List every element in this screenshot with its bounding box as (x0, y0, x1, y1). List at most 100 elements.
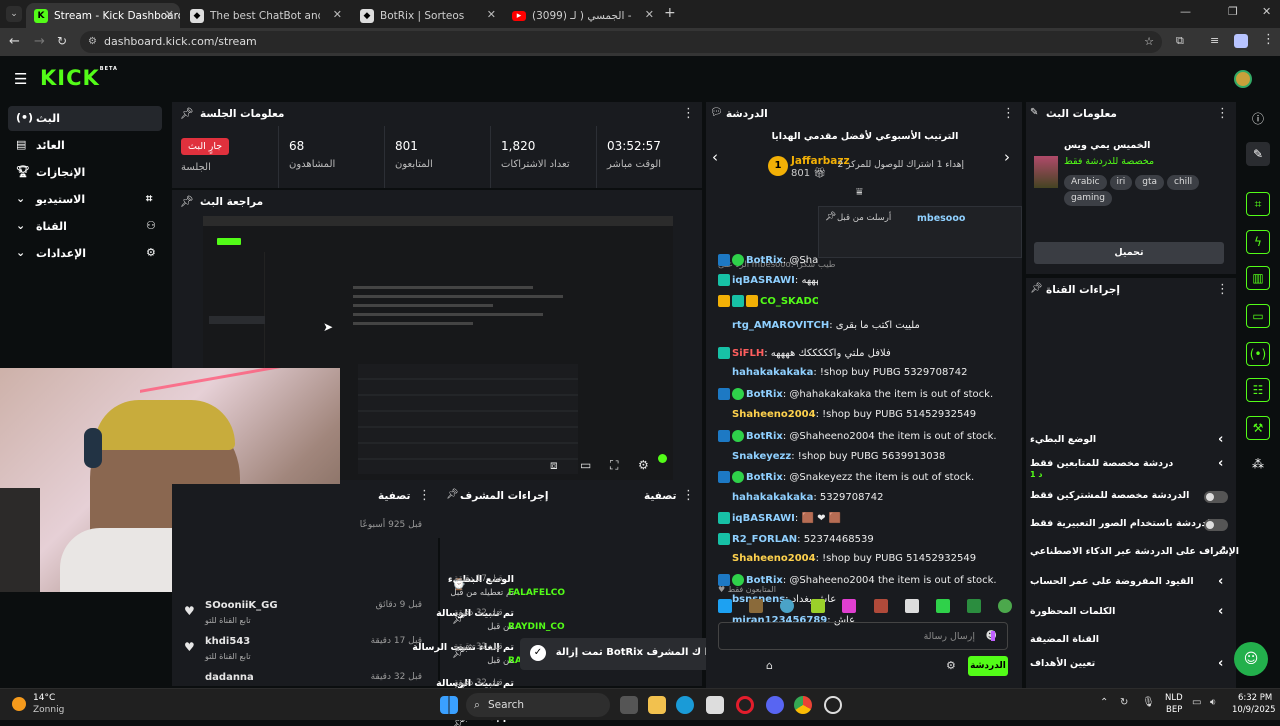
chat-message[interactable]: BotRix: @Shaheeno2004 the item is out of… (718, 430, 1018, 448)
pinned-user[interactable]: mbesooo (917, 213, 965, 224)
chat-username[interactable]: iqBASRAWI (732, 275, 795, 286)
volume-icon[interactable]: 🔉︎ (1210, 697, 1216, 708)
channel-action-row[interactable]: الإشراف على الدردشة عبر الذكاء الاصطناعي… (1030, 540, 1239, 566)
weather-icon[interactable] (12, 697, 26, 711)
event-user[interactable]: khdi543 (205, 636, 250, 647)
tab-kick-dashboard[interactable]: K Stream - Kick Dashboard ✕ (26, 3, 180, 28)
filter-label[interactable]: تصفية (644, 484, 677, 508)
support-chat-button[interactable]: ☺ (1234, 642, 1268, 676)
wrench-icon[interactable]: ⚒ (1246, 416, 1270, 440)
chat-username[interactable]: BotRix (746, 472, 783, 483)
chat-message[interactable]: SiFLH: فلافل ملتي واكككككك ههههه (718, 347, 1018, 365)
event-user[interactable]: dadanna (205, 672, 254, 683)
tag[interactable]: gta (1135, 175, 1165, 190)
close-tab-icon[interactable]: ✕ (487, 8, 496, 21)
chat-settings-icon[interactable]: ⚙ (946, 659, 956, 672)
dots-icon[interactable]: ⁂ (1246, 452, 1270, 476)
theater-mode-icon[interactable]: ▭ (580, 458, 591, 472)
channel-action-row[interactable]: الوضع البطيء › (1030, 428, 1228, 454)
tag[interactable]: iri (1109, 175, 1133, 190)
more-options-icon[interactable]: ⋮ (1216, 282, 1229, 298)
app-icon[interactable] (824, 696, 842, 714)
chat-message[interactable]: hahakakakaka: !shop buy PUBG 5329708742 (718, 367, 1018, 385)
keyboard-layout[interactable]: BEP (1166, 705, 1182, 715)
chat-username[interactable]: BotRix (746, 255, 783, 266)
tag[interactable]: chill (1167, 175, 1200, 190)
emote-icon[interactable] (718, 599, 732, 613)
chat-username[interactable]: hahakakakaka (732, 367, 813, 378)
broadcast-tool-icon[interactable]: (•) (1246, 342, 1270, 366)
channel-action-row[interactable]: دردشة مخصصة للمتابعين فقط د 1 › (1030, 452, 1228, 479)
chat-username[interactable]: rtg_AMAROVITCH (732, 320, 829, 331)
edge-icon[interactable] (676, 696, 694, 714)
sidebar-item-channel[interactable]: ⌄ القناة ⚇ (8, 214, 162, 239)
tray-chevron-icon[interactable]: ⌃ (1100, 697, 1108, 708)
leaderboard-prev-icon[interactable]: ‹ (712, 148, 718, 166)
mod-tools-icon[interactable]: ☷ (1246, 378, 1270, 402)
pinned-toggle-icon[interactable]: ⩸ (856, 185, 863, 199)
info-icon[interactable]: ⓘ (1246, 106, 1270, 130)
tab-botrix-sorteos[interactable]: ◆ BotRix | Sorteos ✕ (352, 3, 502, 28)
channel-action-row[interactable]: الدردشة مخصصة للمشتركين فقط (1030, 484, 1228, 510)
file-explorer-icon[interactable] (648, 696, 666, 714)
leaderboard-next-icon[interactable]: › (1004, 148, 1010, 166)
close-tab-icon[interactable]: ✕ (645, 8, 654, 21)
chat-message[interactable]: BotRix: @hahakakakaka the item is out of… (718, 388, 1018, 406)
channel-action-row[interactable]: الكلمات المحظورة › (1030, 600, 1228, 626)
task-view-icon[interactable] (620, 696, 638, 714)
channel-action-row[interactable]: الدردشة باستخدام الصور التعبيرية فقط (1030, 512, 1228, 538)
stream-category[interactable]: مخصصة للدردشة فقط (1064, 156, 1154, 167)
filter-label[interactable]: تصفية (378, 484, 411, 508)
kick-logo[interactable]: KICKBETA (40, 66, 118, 90)
emote-icon[interactable] (811, 599, 826, 613)
edit-stream-info-button[interactable]: تحميل (1034, 242, 1224, 264)
chat-input[interactable]: إرسال رسالة ☻ (718, 622, 1008, 650)
close-window-icon[interactable]: ✕ (1262, 5, 1271, 18)
emote-icon[interactable] (873, 599, 888, 613)
more-options-icon[interactable]: ⋮ (682, 106, 695, 122)
emote-icon[interactable] (842, 599, 857, 613)
chat-username[interactable]: BotRix (746, 389, 783, 400)
url-input[interactable]: ⚙ dashboard.kick.com/stream ☆ (80, 31, 1162, 53)
media-controls-icon[interactable]: ≡ (1210, 34, 1219, 47)
tray-mic-icon[interactable]: 🎙︎ (1142, 697, 1155, 708)
opera-icon[interactable] (736, 696, 754, 714)
chat-username[interactable]: CO_SKADO (760, 296, 818, 307)
tab-chatbot[interactable]: ◆ The best ChatBot and Widgets ✕ (182, 3, 348, 28)
chat-message[interactable]: rtg_AMAROVITCH: ملييت اكتب ما بقرى (718, 320, 1018, 338)
notes-icon[interactable]: ▥ (1246, 266, 1270, 290)
chat-send-button[interactable]: الدردشة (968, 656, 1008, 676)
bookmark-star-icon[interactable]: ☆ (1144, 31, 1154, 53)
minimize-window-icon[interactable]: — (1180, 5, 1191, 18)
profile-icon[interactable] (1234, 34, 1248, 48)
mod-action-user[interactable]: RAYDIN_CO (508, 622, 565, 632)
discord-icon[interactable] (766, 696, 784, 714)
clock-time[interactable]: 6:32 PM (1238, 693, 1272, 703)
emote-icon[interactable] (904, 599, 919, 613)
reload-icon[interactable]: ↻ (57, 34, 67, 48)
chat-message[interactable]: iqBASRAWI: 🟫 ❤ 🟫 (718, 512, 1018, 530)
tab-list-button[interactable]: ⌄ (6, 6, 22, 22)
network-icon[interactable]: ▭ (1192, 697, 1201, 708)
close-tab-icon[interactable]: ✕ (333, 8, 342, 21)
chat-icon[interactable]: ▭ (1246, 304, 1270, 328)
chat-message[interactable]: CO_SKADO: (718, 295, 818, 313)
emote-icon[interactable] (966, 599, 981, 613)
lightning-icon[interactable]: ϟ (1246, 230, 1270, 254)
chat-username[interactable]: SiFLH (732, 348, 764, 359)
toggle-switch[interactable] (1204, 519, 1228, 531)
maximize-window-icon[interactable]: ❐ (1228, 5, 1238, 18)
chat-username[interactable]: iqBASRAWI (732, 513, 795, 524)
sidebar-item-broadcast[interactable]: (•) البث (8, 106, 162, 131)
sidebar-item-settings[interactable]: ⌄ الإعدادات ⚙ (8, 241, 162, 266)
emote-icon[interactable] (997, 599, 1012, 613)
tag[interactable]: gaming (1064, 191, 1112, 206)
edit-layout-icon[interactable]: ✎ (1246, 142, 1270, 166)
chat-username[interactable]: hahakakakaka (732, 492, 813, 503)
start-button-icon[interactable] (440, 696, 458, 714)
emote-icon[interactable] (749, 599, 764, 613)
tag[interactable]: Arabic (1064, 175, 1107, 190)
emote-icon[interactable] (935, 599, 950, 613)
close-tab-icon[interactable]: ✕ (165, 8, 174, 21)
user-avatar[interactable] (1234, 70, 1252, 88)
